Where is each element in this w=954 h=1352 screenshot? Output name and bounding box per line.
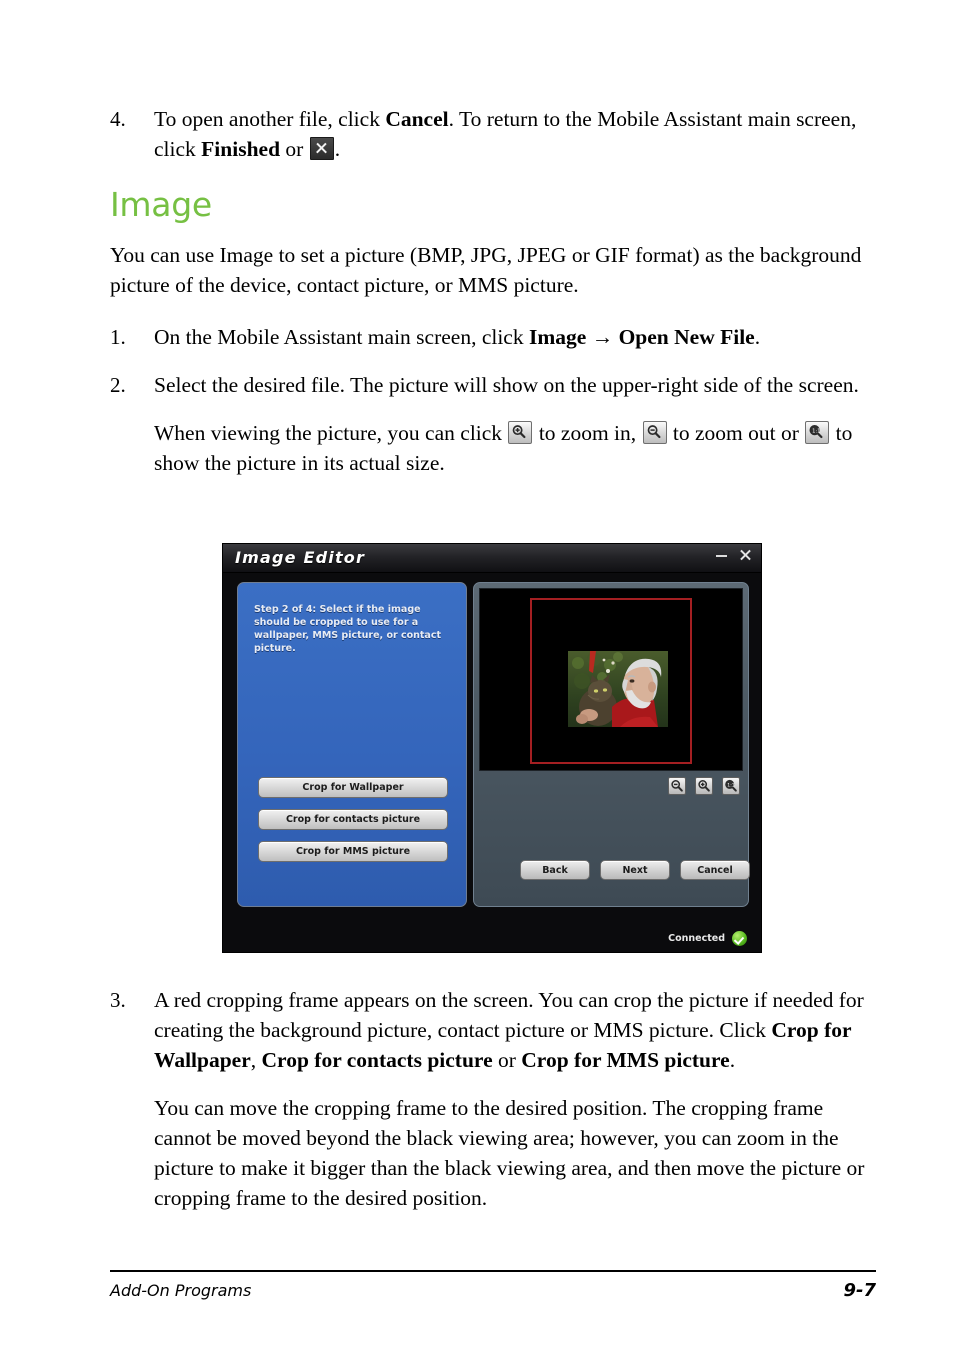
preview-photo[interactable] — [568, 651, 668, 727]
text-run: On the Mobile Assistant main screen, cli… — [154, 325, 529, 349]
text-run: . — [729, 1048, 736, 1072]
close-icon — [309, 137, 334, 160]
text-run-bold-finished: Finished — [201, 137, 281, 161]
list-item-1-text: On the Mobile Assistant main screen, cli… — [154, 322, 876, 352]
status-bar: Connected — [668, 931, 747, 946]
close-icon[interactable] — [738, 547, 753, 563]
list-marker: 1. — [110, 325, 126, 349]
wizard-step-text: Step 2 of 4: Select if the image should … — [254, 604, 442, 654]
cropping-frame-paragraph: You can move the cropping frame to the d… — [154, 1096, 865, 1210]
text-run: . — [334, 137, 341, 161]
list-item-2-text: Select the desired file. The picture wil… — [154, 373, 859, 397]
text-run: When viewing the picture, you can click — [154, 421, 508, 445]
green-check-icon — [732, 931, 747, 946]
window-controls — [714, 547, 753, 563]
document-body-lower: 3. A red cropping frame appears on the s… — [110, 985, 876, 1213]
text-run-bold-cancel: Cancel — [385, 107, 449, 131]
text-run: To open another file, click — [154, 107, 386, 131]
document-page: 4. To open another file, click Cancel. T… — [0, 0, 954, 1352]
window-titlebar: Image Editor — [223, 544, 761, 573]
next-button[interactable]: Next — [600, 860, 670, 880]
svg-text:1:1: 1:1 — [812, 429, 820, 435]
page-number: 9-7 — [843, 1280, 876, 1301]
text-run: to zoom out or — [667, 421, 805, 445]
wizard-nav-buttons: Back Next Cancel — [520, 860, 750, 880]
cancel-button[interactable]: Cancel — [680, 860, 750, 880]
crop-for-mms-picture-button[interactable]: Crop for MMS picture — [258, 841, 448, 862]
wizard-left-panel: Step 2 of 4: Select if the image should … — [237, 582, 467, 907]
text-run: . — [754, 325, 761, 349]
zoom-instructions-paragraph: When viewing the picture, you can click … — [154, 418, 876, 478]
list-marker: 2. — [110, 373, 126, 397]
text-run-bold-image: Image — [528, 325, 587, 349]
text-run-bold-crop-contacts: Crop for contacts picture — [261, 1048, 493, 1072]
zoom-in-icon[interactable] — [695, 777, 713, 795]
list-marker: 3. — [110, 988, 126, 1012]
intro-paragraph: You can use Image to set a picture (BMP,… — [110, 243, 862, 297]
crop-button-group: Crop for Wallpaper Crop for contacts pic… — [258, 777, 448, 873]
window-title: Image Editor — [235, 548, 366, 567]
footer-section-label: Add-On Programs — [110, 1281, 252, 1300]
text-run: or — [280, 137, 309, 161]
image-editor-screenshot: Image Editor Step 2 of 4: Select if the … — [222, 543, 762, 953]
status-label: Connected — [668, 933, 725, 944]
list-item-1: 1. On the Mobile Assistant main screen, … — [110, 322, 876, 352]
list-item-4: 4. To open another file, click Cancel. T… — [110, 104, 876, 164]
svg-text:1:1: 1:1 — [727, 783, 734, 789]
text-run: A red cropping frame appears on the scre… — [154, 988, 864, 1042]
footer-divider — [110, 1270, 876, 1272]
list-item-3-text: A red cropping frame appears on the scre… — [154, 985, 876, 1075]
zoom-in-icon — [508, 421, 533, 444]
arrow-glyph: → — [586, 325, 619, 349]
list-item-4-text: To open another file, click Cancel. To r… — [154, 104, 876, 164]
crop-for-wallpaper-button[interactable]: Crop for Wallpaper — [258, 777, 448, 798]
crop-for-contacts-picture-button[interactable]: Crop for contacts picture — [258, 809, 448, 830]
text-run-bold-open-new-file: Open New File — [618, 325, 755, 349]
minimize-icon[interactable] — [714, 547, 729, 563]
image-viewer-area[interactable] — [479, 588, 743, 771]
page-title: Image — [110, 185, 212, 224]
text-run: to zoom in, — [533, 421, 642, 445]
actual-size-icon: 1:1 — [805, 421, 830, 444]
actual-size-icon[interactable]: 1:1 — [722, 777, 740, 795]
page-footer: Add-On Programs 9-7 — [110, 1280, 876, 1301]
list-marker: 4. — [110, 107, 126, 131]
document-body: 4. To open another file, click Cancel. T… — [110, 104, 876, 478]
viewer-zoom-controls: 1:1 — [668, 777, 740, 795]
back-button[interactable]: Back — [520, 860, 590, 880]
zoom-out-icon — [642, 421, 667, 444]
text-run-bold-crop-mms: Crop for MMS picture — [521, 1048, 730, 1072]
text-run: , — [250, 1048, 262, 1072]
list-item-3: 3. A red cropping frame appears on the s… — [110, 985, 876, 1075]
zoom-out-icon[interactable] — [668, 777, 686, 795]
text-run: or — [492, 1048, 522, 1072]
wizard-right-panel: 1:1 Back Next Cancel — [473, 582, 750, 907]
list-item-2: 2. Select the desired file. The picture … — [110, 370, 876, 400]
